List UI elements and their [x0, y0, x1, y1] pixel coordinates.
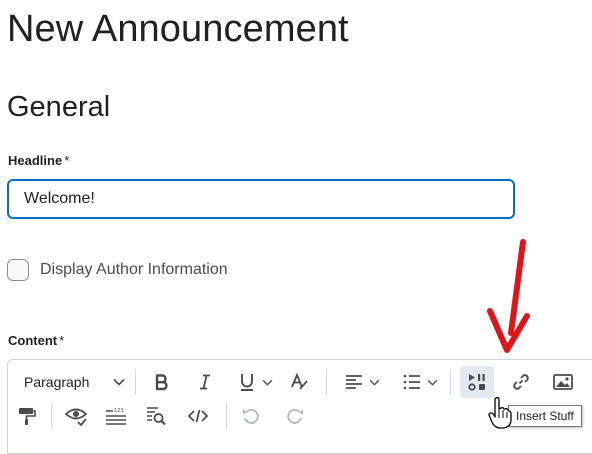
- toolbar-divider: [51, 403, 52, 429]
- content-label: Content *: [8, 333, 65, 348]
- toolbar-divider: [226, 403, 227, 429]
- format-painter-icon: [19, 408, 36, 425]
- hand-cursor-icon: [488, 397, 512, 429]
- underline-icon: [240, 374, 253, 391]
- bold-icon: [155, 374, 168, 391]
- align-button[interactable]: [341, 367, 383, 397]
- italic-button[interactable]: [190, 367, 220, 397]
- required-mark: *: [59, 333, 65, 348]
- source-code-icon: [188, 409, 208, 423]
- block-format-value: Paragraph: [24, 374, 90, 390]
- strikethrough-format-icon: [291, 372, 308, 390]
- insert-stuff-icon: [468, 374, 485, 391]
- bold-button[interactable]: [147, 367, 177, 397]
- insert-stuff-tooltip: Insert Stuff: [508, 405, 582, 427]
- undo-icon: [243, 409, 259, 424]
- headline-input[interactable]: [7, 179, 515, 219]
- chevron-down-icon: [427, 379, 437, 386]
- word-count-button[interactable]: 123: [101, 401, 131, 431]
- author-info-checkbox[interactable]: [7, 259, 29, 281]
- editor-toolbar-row-2: 123: [8, 396, 310, 436]
- redo-icon: [287, 409, 303, 424]
- format-painter-button[interactable]: [12, 401, 42, 431]
- svg-text:123: 123: [114, 408, 124, 414]
- align-left-icon: [345, 375, 362, 389]
- chevron-down-icon: [369, 379, 379, 386]
- italic-icon: [200, 374, 210, 390]
- author-info-row[interactable]: Display Author Information: [7, 259, 228, 281]
- link-icon: [513, 374, 529, 390]
- bullet-list-icon: [403, 374, 420, 390]
- find-replace-button[interactable]: [141, 401, 171, 431]
- headline-label: Headline *: [8, 153, 70, 168]
- find-replace-icon: [147, 407, 166, 426]
- author-info-label: Display Author Information: [40, 261, 228, 278]
- redo-button[interactable]: [280, 401, 310, 431]
- image-icon: [553, 374, 573, 390]
- block-format-select[interactable]: Paragraph: [16, 367, 131, 397]
- word-count-icon: 123: [106, 408, 126, 425]
- image-button[interactable]: [548, 367, 578, 397]
- list-button[interactable]: [399, 367, 441, 397]
- section-title: General: [7, 91, 111, 123]
- required-mark: *: [64, 153, 70, 168]
- underline-button[interactable]: [234, 367, 276, 397]
- link-button[interactable]: [506, 367, 536, 397]
- chevron-down-icon: [113, 378, 125, 386]
- preview-button[interactable]: [61, 401, 91, 431]
- page-title: New Announcement: [7, 8, 349, 50]
- toolbar-divider: [135, 369, 136, 395]
- toolbar-divider: [326, 369, 327, 395]
- chevron-down-icon: [262, 379, 272, 386]
- strikethrough-format-button[interactable]: [284, 367, 314, 397]
- red-arrow-annotation: [487, 239, 530, 353]
- source-code-button[interactable]: [183, 401, 213, 431]
- insert-stuff-button[interactable]: [460, 366, 494, 398]
- toolbar-divider: [450, 369, 451, 395]
- undo-button[interactable]: [236, 401, 266, 431]
- preview-icon: [65, 408, 87, 426]
